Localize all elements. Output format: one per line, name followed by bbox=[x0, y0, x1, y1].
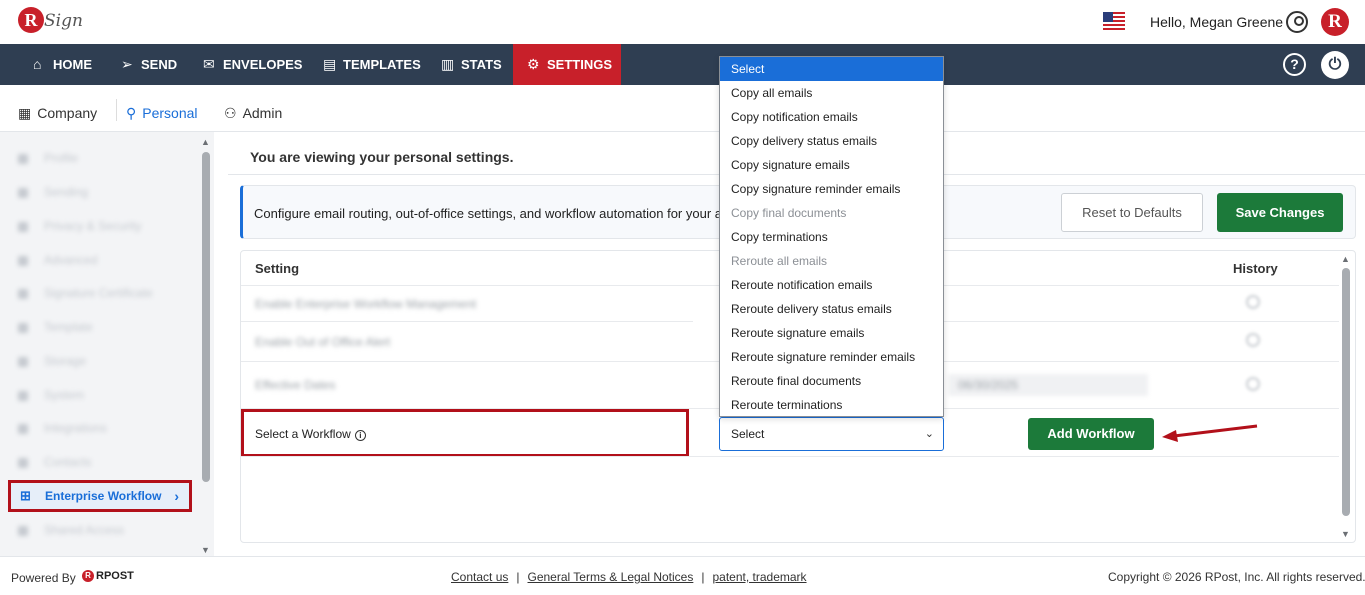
sidebar-item[interactable]: System bbox=[18, 388, 84, 408]
nav-settings[interactable]: ⚙ SETTINGS bbox=[513, 44, 621, 85]
table-row-label: Effective Dates bbox=[255, 378, 336, 392]
annotation-arrow-icon bbox=[1162, 424, 1258, 442]
scroll-up-icon[interactable]: ▲ bbox=[201, 137, 210, 147]
column-header-setting: Setting bbox=[255, 261, 300, 276]
sidebar-item[interactable]: Contacts bbox=[18, 455, 91, 475]
help-icon[interactable]: ? bbox=[1283, 53, 1306, 76]
powered-by-label: Powered By bbox=[11, 571, 76, 585]
dropdown-option[interactable]: Copy all emails bbox=[720, 81, 943, 105]
main-nav: ⌂ HOME ➢ SEND ✉ ENVELOPES ▤ TEMPLATES ▥ STATS… bbox=[0, 44, 1365, 85]
sidebar-item[interactable]: Sending bbox=[18, 185, 88, 205]
reset-defaults-button[interactable]: Reset to Defaults bbox=[1061, 193, 1203, 232]
history-icon[interactable] bbox=[1246, 295, 1260, 309]
page-title: You are viewing your personal settings. bbox=[250, 149, 514, 165]
table-row-label: Enable Out of Office Alert bbox=[255, 335, 391, 349]
sidebar-scroll-thumb[interactable] bbox=[202, 152, 210, 482]
dropdown-option: Reroute all emails bbox=[731, 254, 828, 268]
info-icon[interactable]: i bbox=[354, 430, 366, 441]
dropdown-option[interactable]: Reroute delivery status emails bbox=[720, 297, 943, 321]
home-icon: ⌂ bbox=[33, 56, 42, 72]
info-banner-text: Configure email routing, out-of-office s… bbox=[254, 206, 724, 221]
sidebar-item[interactable]: Advanced bbox=[18, 253, 97, 273]
dropdown-option[interactable]: Reroute signature reminder emails bbox=[720, 345, 943, 369]
dropdown-option[interactable]: Reroute notification emails bbox=[720, 273, 943, 297]
save-changes-button[interactable]: Save Changes bbox=[1217, 193, 1343, 232]
dropdown-option: Copy final documents bbox=[731, 206, 847, 220]
dropdown-option[interactable]: Copy notification emails bbox=[720, 105, 943, 129]
user-gear-icon: ⚇ bbox=[224, 105, 237, 121]
chevron-down-icon: ⌄ bbox=[924, 428, 934, 440]
copyright-text: Copyright © 2026 RPost, Inc. All rights … bbox=[1108, 570, 1365, 584]
dropdown-option[interactable]: Reroute final documents bbox=[720, 369, 943, 393]
workflow-icon: ⊞ bbox=[20, 488, 31, 503]
user-profile-icon[interactable] bbox=[1286, 11, 1308, 33]
sidebar-item[interactable]: Storage bbox=[18, 354, 86, 374]
gear-icon: ⚙ bbox=[527, 56, 540, 72]
nav-envelopes[interactable]: ✉ ENVELOPES bbox=[203, 44, 302, 85]
table-row-label: Enable Enterprise Workflow Management bbox=[255, 297, 477, 311]
dropdown-option[interactable]: Copy terminations bbox=[720, 225, 943, 249]
send-icon: ➢ bbox=[121, 56, 133, 72]
nav-stats[interactable]: ▥ STATS bbox=[441, 44, 502, 85]
tab-company[interactable]: ▦ Company bbox=[18, 85, 97, 132]
sidebar-item[interactable]: Signature Certificate bbox=[18, 286, 153, 306]
workflow-dropdown-list: Select Copy all emails Copy notification… bbox=[719, 56, 944, 417]
history-icon[interactable] bbox=[1246, 333, 1260, 347]
patent-trademark-link[interactable]: patent, trademark bbox=[712, 570, 806, 584]
nav-home[interactable]: ⌂ HOME bbox=[33, 44, 92, 85]
sidebar-item-enterprise-workflow[interactable]: ⊞ Enterprise Workflow › bbox=[8, 480, 192, 512]
power-icon[interactable]: ⏻ bbox=[1321, 51, 1349, 79]
effective-date-value: 06/30/2025 bbox=[958, 378, 1019, 392]
sidebar-item[interactable]: Integrations bbox=[18, 421, 107, 441]
bar-chart-icon: ▥ bbox=[441, 56, 455, 72]
nav-templates[interactable]: ▤ TEMPLATES bbox=[323, 44, 421, 85]
user-greeting: Hello, Megan Greene bbox=[1150, 14, 1284, 30]
dropdown-option[interactable]: Reroute terminations bbox=[720, 393, 943, 417]
add-workflow-button[interactable]: Add Workflow bbox=[1028, 418, 1154, 450]
rsign-logo[interactable]: R Sign bbox=[18, 7, 83, 37]
dropdown-option[interactable]: Select bbox=[720, 57, 943, 81]
history-icon[interactable] bbox=[1246, 377, 1260, 391]
select-workflow-label: Select a Workflow i bbox=[255, 427, 366, 441]
dropdown-option[interactable]: Copy signature emails bbox=[720, 153, 943, 177]
building-icon: ▦ bbox=[18, 105, 32, 121]
scroll-down-icon[interactable]: ▼ bbox=[201, 545, 210, 555]
document-icon: ▤ bbox=[323, 56, 337, 72]
person-icon: ⚲ bbox=[126, 105, 137, 121]
logo-sign-text: Sign bbox=[44, 11, 83, 31]
logo-r-mark: R bbox=[18, 7, 44, 33]
dropdown-option[interactable]: Copy delivery status emails bbox=[720, 129, 943, 153]
nav-send[interactable]: ➢ SEND bbox=[121, 44, 177, 85]
brand-avatar[interactable]: R bbox=[1321, 8, 1349, 36]
rpost-logo: R RPOST bbox=[82, 570, 134, 583]
uk-flag-icon[interactable] bbox=[1103, 12, 1125, 31]
chevron-right-icon: › bbox=[174, 488, 179, 504]
tab-personal[interactable]: ⚲ Personal bbox=[126, 85, 198, 132]
sidebar-item[interactable]: Template bbox=[18, 320, 93, 340]
row-divider bbox=[944, 321, 1339, 322]
sidebar-item[interactable]: Shared Access bbox=[18, 523, 124, 543]
row-divider bbox=[241, 456, 1339, 457]
workflow-select[interactable]: Select ⌄ bbox=[719, 417, 944, 451]
dropdown-option[interactable]: Copy signature reminder emails bbox=[720, 177, 943, 201]
scroll-up-icon[interactable]: ▲ bbox=[1341, 254, 1350, 264]
table-scroll-thumb[interactable] bbox=[1342, 268, 1350, 516]
rpost-r-icon: R bbox=[82, 570, 94, 583]
tab-admin[interactable]: ⚇ Admin bbox=[224, 85, 282, 132]
scroll-down-icon[interactable]: ▼ bbox=[1341, 529, 1350, 539]
footer-links: Contact us | General Terms & Legal Notices… bbox=[451, 570, 807, 584]
tab-divider bbox=[116, 99, 117, 121]
dropdown-option[interactable]: Reroute signature emails bbox=[720, 321, 943, 345]
column-header-history: History bbox=[1233, 261, 1278, 276]
row-divider bbox=[241, 321, 693, 322]
sidebar-item[interactable]: Profile bbox=[18, 151, 78, 171]
envelope-icon: ✉ bbox=[203, 56, 215, 72]
contact-us-link[interactable]: Contact us bbox=[451, 570, 508, 584]
legal-notices-link[interactable]: General Terms & Legal Notices bbox=[528, 570, 694, 584]
sidebar-item[interactable]: Privacy & Security bbox=[18, 219, 141, 239]
settings-subtabs: ▦ Company ⚲ Personal ⚇ Admin bbox=[0, 85, 1365, 132]
